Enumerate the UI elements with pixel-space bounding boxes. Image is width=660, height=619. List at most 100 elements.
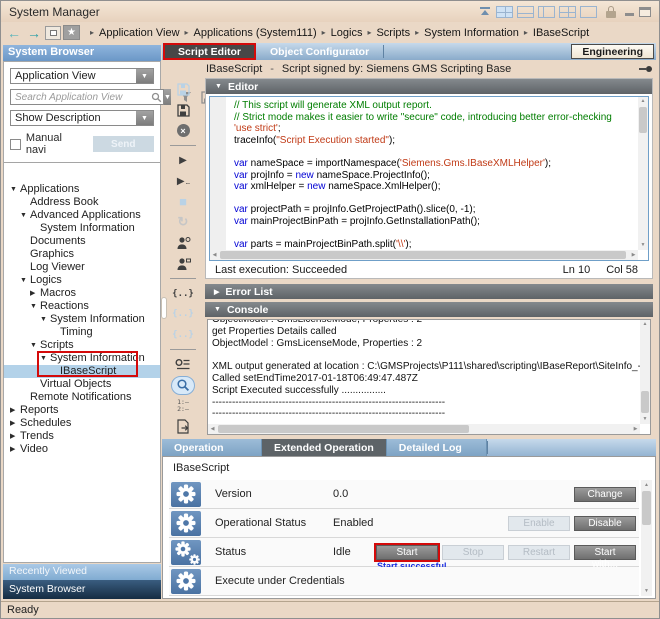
tree-item-remote-notifications[interactable]: Remote Notifications (4, 391, 160, 404)
console-vertical-scrollbar[interactable]: ▲ ▼ (640, 320, 650, 424)
engineering-mode-button[interactable]: Engineering (571, 44, 654, 59)
tree-item-applications[interactable]: ▼Applications (4, 183, 160, 196)
export-page-icon[interactable] (171, 417, 195, 436)
send-button[interactable]: Send (93, 136, 154, 152)
forward-button[interactable]: → (25, 25, 43, 41)
breadcrumb-item[interactable]: Application View (99, 27, 180, 39)
tree-item-timing[interactable]: Timing (4, 326, 160, 339)
scroll-down-icon[interactable]: ▼ (640, 415, 650, 424)
tree-item-virtual-objects[interactable]: Virtual Objects (4, 378, 160, 391)
scroll-right-icon[interactable]: ▶ (629, 250, 638, 260)
collapse-icon[interactable]: ▼ (20, 209, 30, 222)
redo-icon[interactable]: ↻ (171, 213, 195, 232)
save-icon[interactable] (171, 80, 195, 99)
chevron-down-icon[interactable]: ▼ (136, 111, 153, 125)
find-icon[interactable] (171, 376, 195, 395)
snippet-import-icon[interactable]: {..} (171, 305, 195, 324)
tree-item-scripts[interactable]: ▼Scripts (4, 339, 160, 352)
scrollbar-thumb[interactable] (218, 425, 469, 433)
breadcrumb-item[interactable]: Applications (System111) (194, 27, 317, 39)
recently-viewed-bar[interactable]: Recently Viewed (3, 564, 161, 580)
change-version-button[interactable]: Change (574, 487, 636, 502)
scroll-right-icon[interactable]: ▶ (631, 424, 640, 434)
tree-item-graphics[interactable]: Graphics (4, 248, 160, 261)
description-select[interactable]: Show Description ▼ (10, 110, 154, 126)
scrollbar-thumb[interactable] (220, 251, 626, 259)
scroll-left-icon[interactable]: ◀ (208, 424, 217, 434)
layout-quad-icon[interactable] (559, 6, 576, 18)
tree-item-video[interactable]: ▶Video (4, 443, 160, 456)
tree-item-documents[interactable]: Documents (4, 235, 160, 248)
run-icon[interactable]: ▶ (171, 151, 195, 170)
expand-icon[interactable]: ▶ (10, 417, 20, 430)
collapse-icon[interactable]: ▼ (30, 339, 40, 352)
snippet-run-icon[interactable]: {..} (171, 284, 195, 303)
user-remove-icon[interactable] (171, 255, 195, 274)
layout-single-icon[interactable] (580, 6, 597, 18)
enable-button[interactable]: Enable (508, 516, 570, 531)
scroll-up-icon[interactable]: ▲ (640, 320, 650, 329)
expand-icon[interactable]: ▶ (30, 287, 40, 300)
tree-item-system-information[interactable]: System Information (4, 222, 160, 235)
code-lines[interactable]: // This script will generate XML output … (234, 100, 637, 261)
tree-item-reports[interactable]: ▶Reports (4, 404, 160, 417)
recent-locations-button[interactable] (45, 26, 61, 40)
tree-item-schedules[interactable]: ▶Schedules (4, 417, 160, 430)
chevron-down-icon[interactable]: ▼ (136, 69, 153, 83)
scroll-up-icon[interactable]: ▲ (638, 97, 648, 106)
layout-grid-icon[interactable] (496, 6, 513, 18)
search-input[interactable] (11, 90, 151, 104)
collapse-icon[interactable]: ▼ (10, 183, 20, 196)
collapse-icon[interactable]: ▼ (215, 83, 222, 90)
tab-operation[interactable]: Operation (162, 439, 262, 456)
disable-button[interactable]: Disable (574, 516, 636, 531)
collapse-icon[interactable]: ▼ (214, 306, 221, 313)
expand-icon[interactable]: ▶ (10, 443, 20, 456)
snippet-export-icon[interactable]: {..} (171, 326, 195, 345)
tree-item-logics[interactable]: ▼Logics (4, 274, 160, 287)
console-output[interactable]: ObjectModel : GmsLicenseMode, Properties… (207, 319, 651, 435)
expand-icon[interactable]: ▶ (10, 430, 20, 443)
editor-horizontal-scrollbar[interactable]: ◀ ▶ (210, 250, 638, 260)
code-editor[interactable]: // This script will generate XML output … (209, 96, 649, 261)
layout-bottom-icon[interactable] (517, 6, 534, 18)
stop-icon[interactable]: ■ (171, 192, 195, 211)
favorites-button[interactable]: ★ (63, 25, 80, 40)
maximize-button[interactable] (639, 7, 651, 17)
pin-icon[interactable] (639, 66, 652, 72)
tab-script-editor[interactable]: Script Editor (163, 43, 256, 60)
scroll-down-icon[interactable]: ▼ (638, 241, 648, 250)
collapse-icon[interactable]: ▼ (40, 352, 50, 365)
scrollbar-thumb[interactable] (639, 107, 647, 133)
editor-vertical-scrollbar[interactable]: ▲ ▼ (638, 97, 648, 250)
minimize-button[interactable] (625, 7, 635, 17)
user-assign-icon[interactable] (171, 234, 195, 253)
start-button[interactable]: Start (376, 545, 438, 560)
console-horizontal-scrollbar[interactable]: ◀ ▶ (208, 424, 640, 434)
layout-left-icon[interactable] (538, 6, 555, 18)
console-header[interactable]: ▼ Console (205, 302, 653, 317)
search-box[interactable] (10, 89, 164, 105)
tab-extended-operation[interactable]: Extended Operation (262, 439, 387, 456)
tree-item-trends[interactable]: ▶Trends (4, 430, 160, 443)
tree-item-log-viewer[interactable]: Log Viewer (4, 261, 160, 274)
expand-icon[interactable]: ▶ (214, 288, 219, 296)
breadcrumb-item[interactable]: Scripts (376, 27, 410, 39)
system-browser-bottom-bar[interactable]: System Browser (3, 580, 161, 599)
error-list-header[interactable]: ▶ Error List (205, 284, 653, 299)
scroll-up-icon[interactable]: ▲ (641, 480, 652, 490)
tree-item-reactions[interactable]: ▼Reactions (4, 300, 160, 313)
collapse-icon[interactable]: ▼ (30, 300, 40, 313)
manual-nav-checkbox[interactable] (10, 139, 21, 150)
collapse-icon[interactable]: ▼ (20, 274, 30, 287)
back-button[interactable]: ← (5, 25, 23, 41)
breadcrumb-item[interactable]: Logics (331, 27, 363, 39)
tree-item-macros[interactable]: ▶Macros (4, 287, 160, 300)
dock-icon[interactable] (478, 6, 492, 17)
breadcrumb-item[interactable]: IBaseScript (533, 27, 589, 39)
save-as-icon[interactable] (171, 101, 195, 120)
operation-vertical-scrollbar[interactable]: ▲ ▼ (641, 480, 652, 596)
scroll-down-icon[interactable]: ▼ (641, 586, 652, 596)
tree-item-ibasescript[interactable]: IBaseScript (4, 365, 160, 378)
tab-detailed-log[interactable]: Detailed Log (387, 439, 487, 456)
